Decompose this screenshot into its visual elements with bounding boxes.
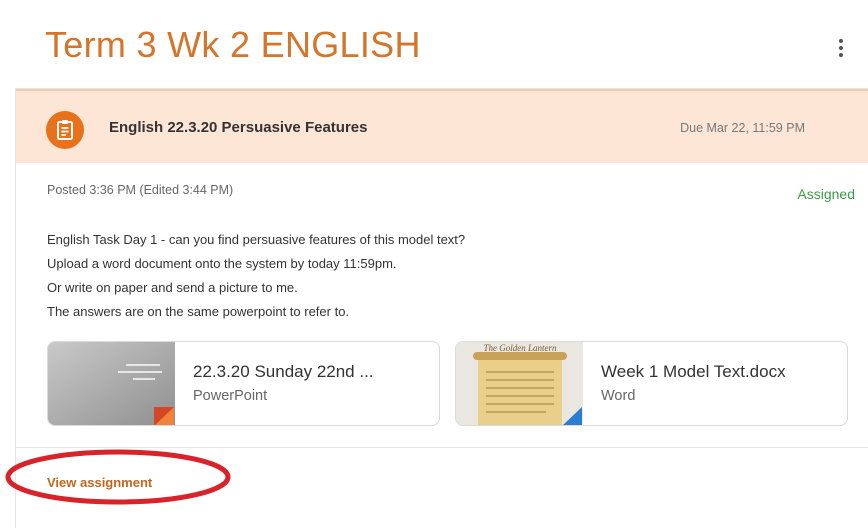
more-options-icon[interactable] [826,28,856,68]
attachment-powerpoint[interactable]: 22.3.20 Sunday 22nd ... PowerPoint [47,341,440,426]
instruction-line: Or write on paper and send a picture to … [47,280,298,295]
attachment-word[interactable]: The Golden Lantern Week 1 Model Text.doc… [455,341,848,426]
assignment-icon [46,111,84,149]
powerpoint-icon [154,407,174,425]
attachment-type: Word [601,388,636,404]
attachment-title: 22.3.20 Sunday 22nd ... [193,362,374,381]
due-date: Due Mar 22, 11:59 PM [680,121,805,135]
assignment-instructions: English Task Day 1 - can you find persua… [47,228,465,324]
thumbnail-caption: The Golden Lantern [483,343,557,353]
assignment-header[interactable]: English 22.3.20 Persuasive Features Due … [16,89,868,163]
page-title: Term 3 Wk 2 ENGLISH [45,24,421,65]
instruction-line: Upload a word document onto the system b… [47,256,397,271]
assignment-card: English 22.3.20 Persuasive Features Due … [15,88,868,528]
word-thumbnail: The Golden Lantern [456,342,583,425]
attachment-type: PowerPoint [193,388,268,404]
instruction-line: English Task Day 1 - can you find persua… [47,232,466,247]
assignment-title: English 22.3.20 Persuasive Features [109,119,368,136]
attachment-title: Week 1 Model Text.docx [601,362,786,381]
instruction-line: The answers are on the same powerpoint t… [47,304,350,319]
posted-timestamp: Posted 3:36 PM (Edited 3:44 PM) [47,183,234,197]
powerpoint-thumbnail [48,342,175,425]
divider [16,447,868,448]
view-assignment-link[interactable]: View assignment [47,475,152,490]
status-badge: Assigned [797,186,855,202]
